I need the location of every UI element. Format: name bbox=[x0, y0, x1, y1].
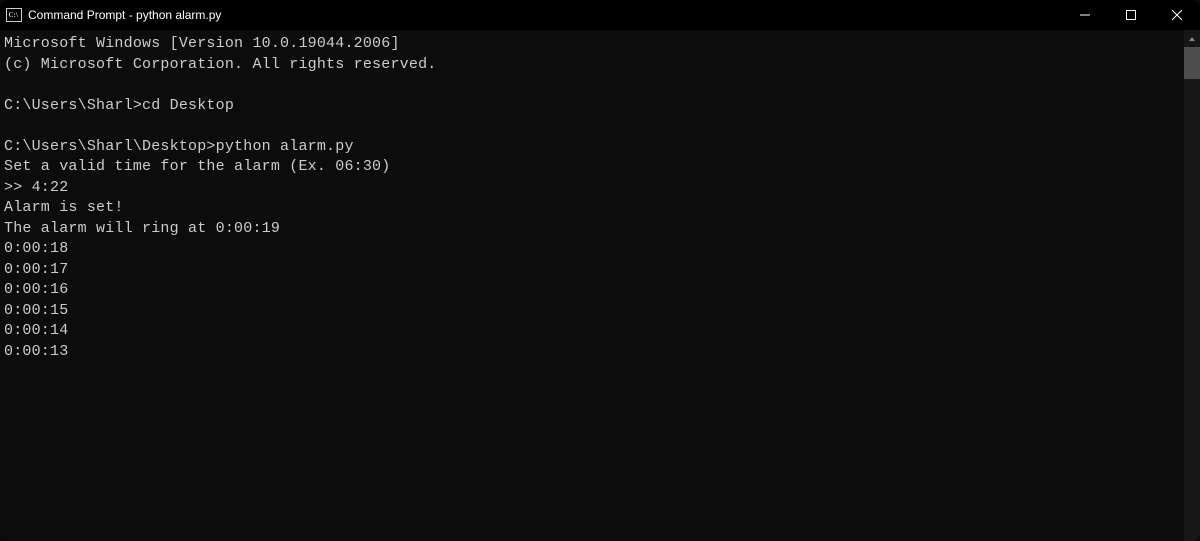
close-button[interactable] bbox=[1154, 0, 1200, 30]
scrollbar-thumb[interactable] bbox=[1184, 47, 1200, 79]
scroll-up-arrow-icon[interactable] bbox=[1184, 30, 1200, 47]
terminal-area: Microsoft Windows [Version 10.0.19044.20… bbox=[0, 30, 1200, 541]
maximize-button[interactable] bbox=[1108, 0, 1154, 30]
titlebar[interactable]: C:\ Command Prompt - python alarm.py bbox=[0, 0, 1200, 30]
svg-text:C:\: C:\ bbox=[9, 11, 19, 19]
minimize-button[interactable] bbox=[1062, 0, 1108, 30]
command-prompt-window: C:\ Command Prompt - python alarm.py Mic… bbox=[0, 0, 1200, 541]
terminal-content[interactable]: Microsoft Windows [Version 10.0.19044.20… bbox=[0, 30, 1184, 541]
command-prompt-icon: C:\ bbox=[6, 7, 22, 23]
window-controls bbox=[1062, 0, 1200, 30]
window-title: Command Prompt - python alarm.py bbox=[28, 8, 1062, 22]
scrollbar[interactable] bbox=[1184, 30, 1200, 541]
